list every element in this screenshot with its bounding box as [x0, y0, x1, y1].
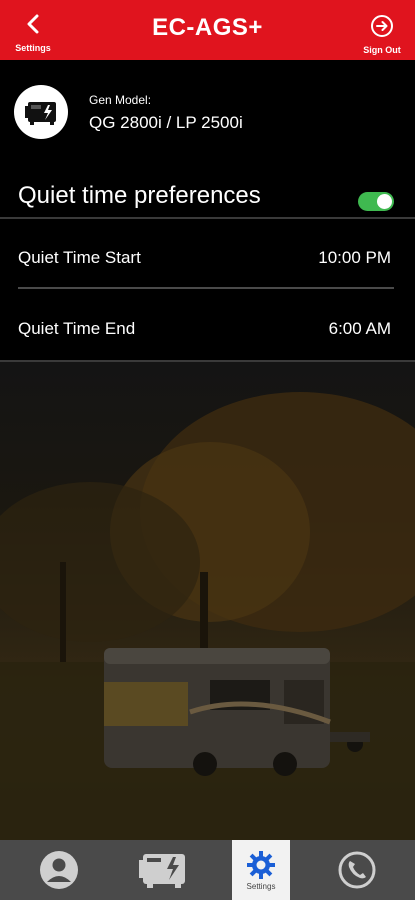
- generator-icon: [139, 854, 185, 888]
- app-header: Settings EC-AGS+ Sign Out: [0, 0, 415, 60]
- gen-model-value: QG 2800i / LP 2500i: [89, 113, 243, 132]
- bottom-tab-bar: Settings: [0, 840, 415, 900]
- generator-avatar: [14, 85, 68, 139]
- generator-icon: [25, 102, 56, 125]
- tab-contact[interactable]: [322, 840, 392, 900]
- generator-model-row: Gen Model: QG 2800i / LP 2500i: [0, 60, 415, 170]
- quiet-time-toggle[interactable]: [358, 192, 394, 211]
- back-button-label: Settings: [15, 43, 51, 53]
- user-icon: [40, 851, 78, 889]
- phone-icon: [338, 851, 376, 889]
- gen-model-label: Gen Model:: [89, 93, 152, 107]
- divider: [0, 217, 415, 219]
- sign-out-button[interactable]: Sign Out: [357, 14, 407, 58]
- gear-icon: [247, 850, 275, 879]
- quiet-time-end-label: Quiet Time End: [18, 319, 136, 338]
- quiet-time-start-label: Quiet Time Start: [18, 248, 141, 267]
- sign-out-label: Sign Out: [363, 45, 401, 55]
- quiet-time-start-row[interactable]: Quiet Time Start 10:00 PM: [0, 226, 415, 286]
- quiet-time-heading: Quiet time preferences: [18, 182, 261, 209]
- quiet-time-end-row[interactable]: Quiet Time End 6:00 AM: [0, 297, 415, 357]
- tab-account[interactable]: [24, 840, 94, 900]
- background-photo: [0, 362, 415, 840]
- tab-generator[interactable]: [128, 840, 198, 900]
- tab-settings-label: Settings: [246, 881, 276, 891]
- sign-out-icon: [371, 15, 393, 37]
- page-title: EC-AGS+: [152, 14, 263, 41]
- divider: [18, 287, 394, 289]
- tab-settings[interactable]: Settings: [232, 840, 290, 900]
- toggle-knob: [377, 194, 392, 209]
- campground-illustration: [0, 392, 415, 840]
- quiet-time-end-value: 6:00 AM: [328, 319, 391, 338]
- quiet-time-start-value: 10:00 PM: [318, 248, 391, 267]
